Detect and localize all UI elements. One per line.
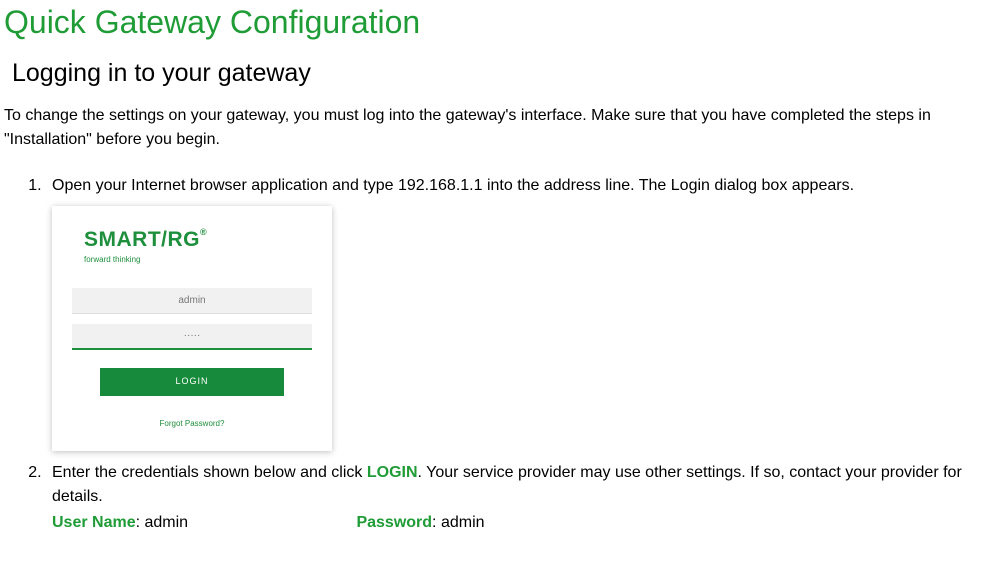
login-button[interactable]: LOGIN — [100, 368, 284, 396]
credential-username-label: User Name — [52, 514, 136, 531]
steps-list: Open your Internet browser application a… — [4, 174, 1001, 535]
credential-password: Password: admin — [356, 511, 484, 535]
credential-username-value: : admin — [136, 514, 188, 531]
forgot-password-link[interactable]: Forgot Password? — [52, 418, 332, 430]
credential-password-label: Password — [356, 514, 432, 531]
brand-text-1: SMART — [84, 228, 161, 251]
registered-icon: ® — [200, 227, 207, 237]
login-dialog-box: SMART/RG® forward thinking admin ····· L… — [52, 206, 332, 451]
login-dialog-figure: SMART/RG® forward thinking admin ····· L… — [52, 206, 1001, 451]
step-1-text: Open your Internet browser application a… — [52, 177, 854, 194]
brand-logo: SMART/RG® — [52, 224, 332, 256]
credentials-line: User Name: admin Password: admin — [52, 511, 1001, 535]
credential-password-value: : admin — [432, 514, 484, 531]
brand-text-2: /RG — [161, 228, 200, 251]
step-2: Enter the credentials shown below and cl… — [46, 461, 1001, 535]
password-input[interactable]: ····· — [72, 324, 312, 350]
intro-text: To change the settings on your gateway, … — [4, 104, 1001, 152]
section-heading: Logging in to your gateway — [12, 59, 1001, 88]
username-input[interactable]: admin — [72, 288, 312, 314]
page-title: Quick Gateway Configuration — [4, 4, 1001, 41]
step-1: Open your Internet browser application a… — [46, 174, 1001, 451]
credential-username: User Name: admin — [52, 511, 352, 535]
login-word-highlight: LOGIN — [367, 464, 418, 481]
step-2-text-part1: Enter the credentials shown below and cl… — [52, 464, 367, 481]
